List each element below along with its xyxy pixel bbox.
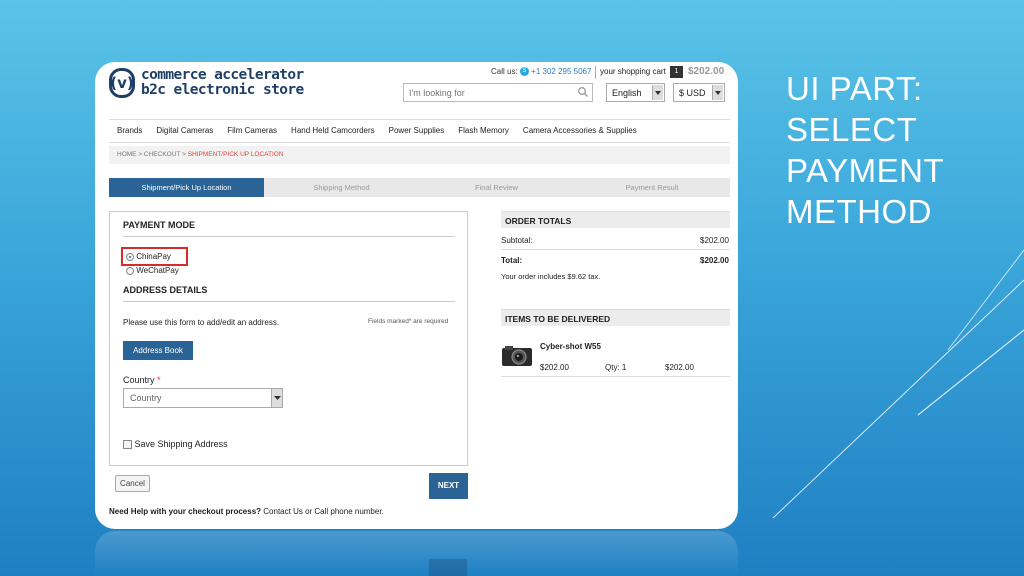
help-text: Need Help with your checkout process? Co… xyxy=(109,507,384,516)
nav-item-flash-memory[interactable]: Flash Memory xyxy=(458,126,509,135)
call-us: Call us: S +1 302 295 5067 xyxy=(491,67,591,77)
currency-select[interactable]: $ USD xyxy=(673,83,725,102)
slide-title-line: SELECT xyxy=(786,111,918,148)
item-price: $202.00 xyxy=(540,363,569,372)
breadcrumb-current: SHIPMENT/PICK UP LOCATION xyxy=(187,151,284,158)
chevron-down-icon xyxy=(652,85,663,100)
shopping-cart-link[interactable]: your shopping cart xyxy=(600,67,666,76)
step-shipment[interactable]: Shipment/Pick Up Location xyxy=(109,178,264,197)
checkbox-icon[interactable] xyxy=(123,440,132,450)
divider xyxy=(123,236,455,237)
divider xyxy=(501,376,730,377)
subtotal-value: $202.00 xyxy=(700,236,729,245)
step-payment-result[interactable]: Payment Result xyxy=(574,178,730,197)
address-book-button[interactable]: Address Book xyxy=(123,341,193,360)
divider xyxy=(109,119,730,120)
skype-icon[interactable]: S xyxy=(519,67,529,77)
payment-option-wechatpay[interactable]: WeChatPay xyxy=(126,266,179,275)
store-logo-text[interactable]: commerce accelerator b2c electronic stor… xyxy=(141,68,304,98)
required-star: * xyxy=(157,375,161,385)
logo-line-2: b2c electronic store xyxy=(141,82,304,98)
nav-item-film-cameras[interactable]: Film Cameras xyxy=(227,126,277,135)
chevron-down-icon xyxy=(712,85,723,100)
country-label: Country * xyxy=(123,375,161,385)
reflection-button-shape xyxy=(429,559,467,576)
divider xyxy=(123,301,455,302)
breadcrumb-home[interactable]: HOME xyxy=(117,151,137,158)
search-input[interactable] xyxy=(403,83,593,102)
breadcrumb: HOME > CHECKOUT > SHIPMENT/PICK UP LOCAT… xyxy=(109,146,730,164)
total-value: $202.00 xyxy=(700,256,729,265)
payment-mode-title: PAYMENT MODE xyxy=(123,220,196,230)
cancel-button[interactable]: Cancel xyxy=(115,475,150,492)
help-text-rest[interactable]: Contact Us or Call phone number. xyxy=(261,507,384,516)
item-name[interactable]: Cyber-shot W55 xyxy=(540,342,601,351)
order-totals-title: ORDER TOTALS xyxy=(501,211,730,228)
tax-note: Your order includes $9.62 tax. xyxy=(501,272,601,281)
items-delivered-title: ITEMS TO BE DELIVERED xyxy=(501,309,730,326)
step-shipping-method[interactable]: Shipping Method xyxy=(264,178,419,197)
help-text-bold: Need Help with your checkout process? xyxy=(109,507,262,516)
country-value: Country xyxy=(130,393,162,403)
nav-item-power-supplies[interactable]: Power Supplies xyxy=(389,126,445,135)
slide-title: UI PART: SELECT PAYMENT METHOD xyxy=(786,68,1016,232)
country-label-text: Country xyxy=(123,375,155,385)
total-label: Total: xyxy=(501,256,523,265)
camera-icon[interactable] xyxy=(501,344,533,368)
next-button[interactable]: NEXT xyxy=(429,473,468,499)
chevron-down-icon[interactable] xyxy=(271,389,282,407)
item-total: $202.00 xyxy=(665,363,694,372)
breadcrumb-checkout[interactable]: CHECKOUT xyxy=(144,151,180,158)
subtotal-label: Subtotal: xyxy=(501,236,533,245)
search-icon[interactable] xyxy=(577,86,589,98)
step-final-review[interactable]: Final Review xyxy=(419,178,574,197)
store-logo-icon[interactable]: (v) xyxy=(109,68,135,98)
slide-title-line: UI PART: xyxy=(786,70,923,107)
divider xyxy=(109,142,730,143)
language-select[interactable]: English xyxy=(606,83,665,102)
screenshot-reflection xyxy=(95,531,738,576)
cart-count-badge: 1 xyxy=(670,66,683,78)
selection-highlight xyxy=(121,247,188,266)
save-shipping-label: Save Shipping Address xyxy=(134,439,228,449)
required-note: Fields marked* are required xyxy=(368,318,449,325)
breadcrumb-sep: > xyxy=(138,151,143,158)
country-select[interactable]: Country xyxy=(123,388,283,408)
divider xyxy=(501,249,730,250)
address-details-title: ADDRESS DETAILS xyxy=(123,285,208,295)
checkout-screenshot: (v) commerce accelerator b2c electronic … xyxy=(95,62,738,529)
slide-title-line: METHOD xyxy=(786,193,932,230)
header-divider xyxy=(595,66,596,79)
payment-option-label: WeChatPay xyxy=(136,266,179,275)
slide-title-line: PAYMENT xyxy=(786,152,945,189)
item-qty: Qty: 1 xyxy=(605,363,627,372)
save-shipping-checkbox[interactable]: Save Shipping Address xyxy=(123,439,228,450)
cart-total: $202.00 xyxy=(688,66,725,77)
currency-value: $ USD xyxy=(679,88,706,98)
nav-item-accessories[interactable]: Camera Accessories & Supplies xyxy=(523,126,637,135)
nav-item-brands[interactable]: Brands xyxy=(117,126,142,135)
checkout-steps: Shipment/Pick Up Location Shipping Metho… xyxy=(109,178,730,197)
nav-item-camcorders[interactable]: Hand Held Camcorders xyxy=(291,126,375,135)
nav-item-digital-cameras[interactable]: Digital Cameras xyxy=(156,126,213,135)
logo-mark-text: (v) xyxy=(110,74,134,92)
logo-line-1: commerce accelerator xyxy=(141,67,304,83)
category-nav: Brands Digital Cameras Film Cameras Hand… xyxy=(117,126,651,135)
language-value: English xyxy=(612,88,642,98)
call-us-label: Call us: xyxy=(491,67,518,76)
breadcrumb-sep: > xyxy=(182,151,186,158)
address-instruction: Please use this form to add/edit an addr… xyxy=(123,318,280,327)
phone-number[interactable]: +1 302 295 5067 xyxy=(531,67,591,76)
radio-unselected-icon[interactable] xyxy=(126,266,134,275)
